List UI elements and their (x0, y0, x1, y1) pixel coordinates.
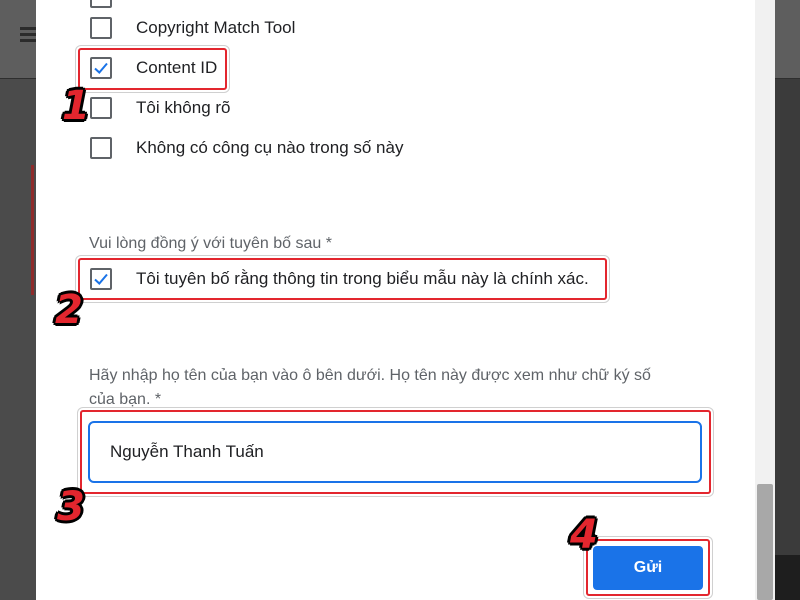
checkbox-partial[interactable] (90, 0, 112, 8)
step-number-4: 4 (570, 512, 598, 558)
form-dialog (36, 0, 775, 600)
checkbox[interactable] (90, 17, 112, 39)
step-number-3: 3 (57, 484, 85, 530)
checkbox-checked[interactable] (90, 57, 112, 79)
background-header-right (775, 0, 800, 79)
option-none[interactable]: Không có công cụ nào trong số này (90, 137, 403, 159)
checkbox[interactable] (90, 97, 112, 119)
option-copyright-match-tool[interactable]: Copyright Match Tool (90, 17, 295, 39)
checkmark-icon (94, 273, 108, 285)
full-name-input[interactable] (88, 421, 702, 483)
option-content-id[interactable]: Content ID (90, 57, 217, 79)
checkmark-icon (94, 62, 108, 74)
signature-question-line2: của bạn. * (89, 391, 162, 408)
checkbox[interactable] (90, 137, 112, 159)
option-not-sure[interactable]: Tôi không rõ (90, 97, 231, 119)
menu-icon (20, 27, 36, 45)
background-left-panel (0, 0, 36, 600)
scrollbar-thumb[interactable] (757, 484, 773, 600)
checkbox-checked[interactable] (90, 268, 112, 290)
step-number-2: 2 (55, 287, 83, 333)
option-label: Không có công cụ nào trong số này (136, 138, 404, 157)
background-right-panel (775, 0, 800, 600)
step-number-1: 1 (62, 83, 90, 129)
signature-question: Hãy nhập họ tên của bạn vào ô bên dưới. … (89, 364, 729, 412)
signature-question-line1: Hãy nhập họ tên của bạn vào ô bên dưới. … (89, 367, 651, 384)
declaration-option[interactable]: Tôi tuyên bố rằng thông tin trong biểu m… (90, 268, 589, 290)
declaration-question: Vui lòng đồng ý với tuyên bố sau * (89, 235, 332, 252)
submit-button[interactable]: Gửi (593, 546, 703, 590)
option-label: Content ID (136, 58, 218, 77)
declaration-label: Tôi tuyên bố rằng thông tin trong biểu m… (136, 269, 589, 288)
option-label: Copyright Match Tool (136, 18, 296, 37)
background-accent-line (31, 165, 34, 295)
background-footer-right (775, 555, 800, 600)
option-label: Tôi không rõ (136, 98, 231, 117)
